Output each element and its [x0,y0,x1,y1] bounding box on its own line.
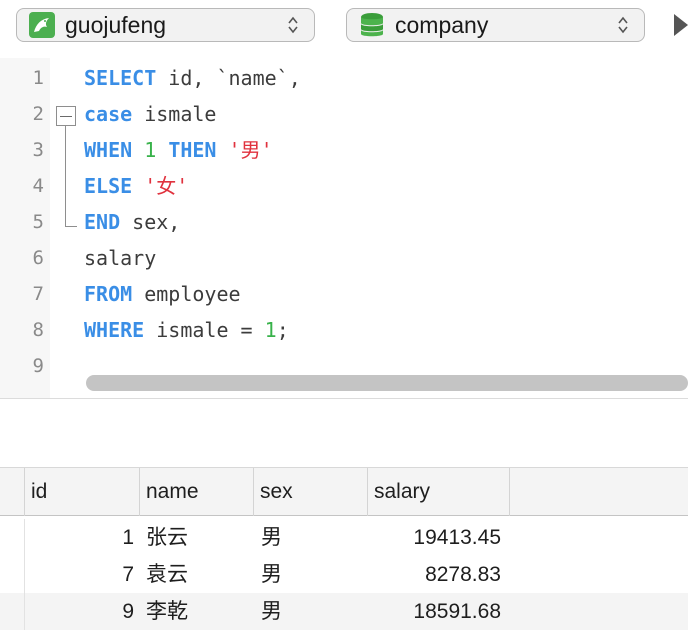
database-name: company [395,11,489,38]
cell-sex[interactable]: 男 [261,556,282,593]
code-line[interactable]: SELECT id, `name`, [84,60,301,96]
code-line[interactable]: case ismale [84,96,216,132]
table-row[interactable]: 1 张云 男 19413.45 [0,519,688,556]
cell-salary[interactable]: 19413.45 [368,519,501,556]
row-marker[interactable] [0,519,25,556]
cell-id[interactable]: 7 [25,556,134,593]
line-number: 6 [32,247,44,269]
cell-name[interactable]: 李乾 [146,593,188,630]
column-header-sex[interactable]: sex [254,468,368,516]
line-number: 3 [32,139,44,161]
cell-sex[interactable]: 男 [261,519,282,556]
sql-text: id, `name`, [156,66,301,90]
cell-salary[interactable]: 18591.68 [368,593,501,630]
fold-guide-end [65,226,77,227]
sql-keyword: WHEN [84,138,133,162]
sql-text: ; [276,318,289,342]
sql-text: salary [84,246,157,270]
cell-salary[interactable]: 8278.83 [368,556,501,593]
database-stack-icon [359,12,385,38]
column-header-name[interactable]: name [140,468,254,516]
connection-name: guojufeng [65,11,167,38]
row-marker[interactable] [0,556,25,593]
chevron-up-down-icon [614,15,632,35]
cell-name[interactable]: 袁云 [146,556,188,593]
result-grid-header: id name sex salary [0,467,688,516]
sql-keyword: case [84,102,133,126]
sql-string: '男' [228,138,273,162]
code-line[interactable]: ELSE '女' [84,168,188,204]
line-number: 4 [32,175,44,197]
line-number: 5 [32,211,44,233]
line-number: 2 [32,103,44,125]
column-header-salary[interactable]: salary [368,468,510,516]
code-line[interactable]: salary [84,240,156,276]
sql-keyword: WHERE [84,318,145,342]
line-number: 8 [32,319,44,341]
sql-editor[interactable]: 123456789 SELECT id, `name`, case ismale W… [0,58,688,398]
cell-id[interactable]: 1 [25,519,134,556]
cell-name[interactable]: 张云 [146,519,188,556]
run-button[interactable] [672,12,688,38]
column-header-id[interactable]: id [25,468,140,516]
code-line[interactable]: WHEN 1 THEN '男' [84,132,273,168]
fold-toggle-icon[interactable] [56,106,76,126]
table-row[interactable]: 7 袁云 男 8278.83 [0,556,688,593]
row-marker[interactable] [0,593,25,630]
play-icon [674,14,688,36]
code-line[interactable]: FROM employee [84,276,241,312]
chevron-up-down-icon [284,15,302,35]
toolbar: guojufeng company [0,0,688,58]
sql-number: 1 [144,138,157,162]
pane-divider[interactable] [0,398,688,399]
line-number-gutter: 1 2 3 4 5 6 7 8 9 [0,58,50,398]
sql-keyword: FROM [84,282,133,306]
line-number: 9 [32,355,44,377]
sql-keyword: END [84,210,121,234]
fold-guide [65,126,66,227]
line-number: 7 [32,283,44,305]
sql-keyword: THEN [168,138,217,162]
horizontal-scrollbar[interactable] [86,375,688,391]
sql-keyword: ELSE [84,174,133,198]
sql-keyword: SELECT [84,66,157,90]
sql-text: sex, [120,210,181,234]
cell-sex[interactable]: 男 [261,593,282,630]
code-line[interactable]: WHERE ismale = 1; [84,312,289,348]
connection-select[interactable]: guojufeng [16,8,315,42]
cell-id[interactable]: 9 [25,593,134,630]
sql-text: ismale [132,102,217,126]
sql-text: employee [132,282,241,306]
mysql-dolphin-icon [29,12,55,38]
sql-number: 1 [264,318,277,342]
database-select[interactable]: company [346,8,645,42]
table-row[interactable]: 9 李乾 男 18591.68 [0,593,688,630]
row-header-corner [0,468,25,516]
sql-text: ismale = [144,318,265,342]
code-line[interactable]: END sex, [84,204,180,240]
sql-string: '女' [144,174,189,198]
line-number: 1 [32,67,44,89]
